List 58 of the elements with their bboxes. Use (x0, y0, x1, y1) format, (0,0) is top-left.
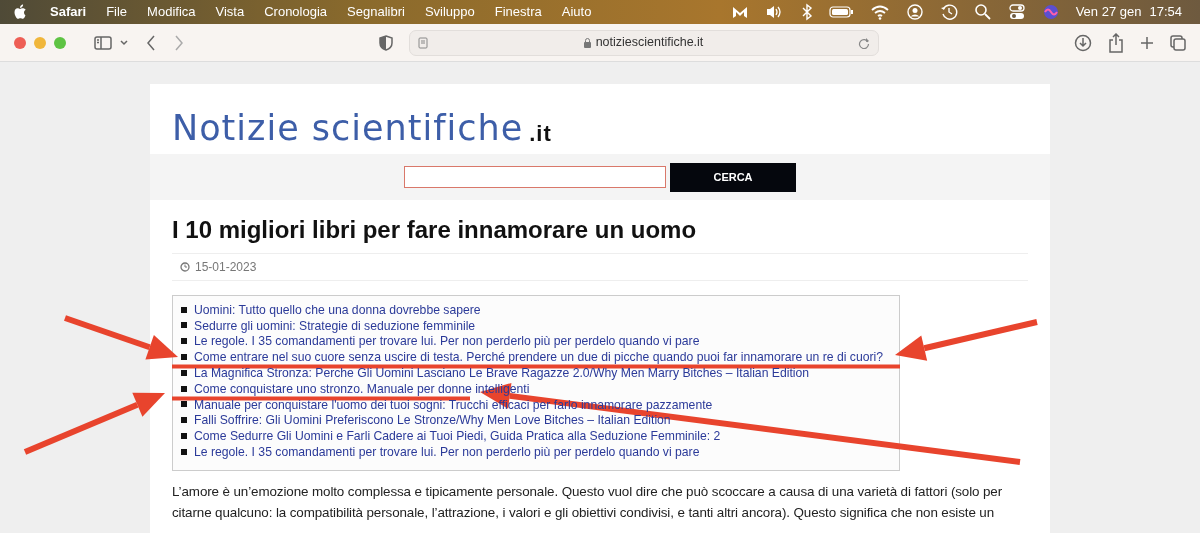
bullet-icon (181, 433, 187, 440)
tabs-icon[interactable] (1170, 34, 1186, 51)
book-link[interactable]: Come Sedurre Gli Uomini e Farli Cadere ai Tuoi Piedi, Guida Pratica alla Seduzione Femminile: 2 (194, 429, 721, 445)
article-paragraph: L’amore è un’emozione molto complessa e tipicamente personale. Questo vuol dire che può scoccare a causa di una varietà di fattori (solo per citarne qualcuno: la compatibilità personale, l’attrazione, i valori e gli obiettivi condivisi, e tanti altri ancora). Questo significa che non esiste un (172, 482, 1004, 522)
battery-icon[interactable] (828, 3, 854, 21)
plus-icon[interactable] (1140, 35, 1154, 50)
apple-logo-icon[interactable] (14, 4, 28, 20)
bullet-icon (181, 369, 187, 376)
article-date: 15-01-2023 (195, 258, 257, 276)
search-field[interactable] (404, 166, 666, 188)
bullet-icon (181, 417, 187, 424)
book-link[interactable]: Falli Soffrire: Gli Uomini Preferiscono Le Stronze/Why Men Love Bitches – Italian Edition (194, 413, 671, 430)
bullet-icon (181, 322, 187, 329)
bullet-icon (181, 448, 187, 455)
menu-item[interactable]: Cronologia (254, 2, 338, 22)
chevron-down-icon[interactable] (120, 39, 128, 46)
site-logo-suffix[interactable]: .it (529, 117, 552, 154)
reload-icon[interactable] (858, 36, 870, 49)
bullet-icon (181, 385, 187, 392)
user-icon[interactable] (905, 3, 924, 21)
share-icon[interactable] (1108, 32, 1124, 53)
book-link[interactable]: Come entrare nel suo cuore senza uscire di testa. Perché prendere un due di picche quando puoi far innamorare un re di cuori? (194, 350, 883, 366)
menu-item[interactable]: Aiuto (551, 2, 602, 22)
menubar-date[interactable]: Ven 27 gen (1075, 2, 1142, 22)
clock-icon (180, 261, 190, 272)
wifi-icon[interactable] (869, 3, 890, 21)
menu-item[interactable]: Finestra (484, 2, 552, 22)
bullet-icon (181, 354, 187, 361)
history-clock-icon[interactable] (939, 3, 958, 21)
bullet-icon (181, 306, 187, 313)
search-button[interactable]: CERCA (670, 162, 796, 192)
book-link[interactable]: Sedurre gli uomini: Strategie di seduzione femminile (194, 318, 476, 335)
url-text: notiziescientifiche.it (595, 34, 704, 52)
menu-item[interactable]: Sviluppo (414, 2, 485, 22)
menu-item[interactable]: Segnalibri (337, 2, 415, 22)
sidebar-icon[interactable] (94, 35, 112, 50)
address-bar[interactable]: notiziescientifiche.it (409, 29, 879, 56)
volume-icon[interactable] (764, 3, 783, 21)
book-link[interactable]: La Magnifica Stronza: Perche Gli Uomini Lasciano Le Brave Ragazze 2.0/Why Men Marry Bitches – Italian Edition (194, 366, 810, 382)
bullet-icon (181, 338, 187, 345)
back-icon[interactable] (146, 34, 156, 51)
site-logo[interactable]: Notizie scientifiche (172, 101, 524, 154)
menu-item[interactable]: Vista (205, 2, 255, 22)
menu-item[interactable]: File (96, 2, 138, 22)
download-icon[interactable] (1074, 33, 1092, 52)
book-link[interactable]: Uomini: Tutto quello che una donna dovrebbe sapere (194, 302, 481, 319)
book-link[interactable]: Le regole. I 35 comandamenti per trovare lui. Per non perderlo più per perdelo quando vi pare (194, 334, 700, 351)
search-icon[interactable] (973, 3, 992, 21)
menu-item[interactable]: Modifica (137, 2, 206, 22)
article-title: I 10 migliori libri per fare innamorare un uomo (172, 216, 1028, 254)
shield-icon[interactable] (379, 34, 393, 51)
bullet-icon (181, 401, 187, 408)
control-center-icon[interactable] (1007, 3, 1026, 21)
book-link[interactable]: Le regole. I 35 comandamenti per trovare lui. Per non perderlo più per perdelo quando vi pare (194, 444, 700, 461)
lock-icon (582, 37, 592, 48)
menubar-time[interactable]: 17:54 (1149, 2, 1182, 22)
app-menu[interactable]: Safari (40, 2, 97, 22)
close-button[interactable] (14, 36, 26, 49)
